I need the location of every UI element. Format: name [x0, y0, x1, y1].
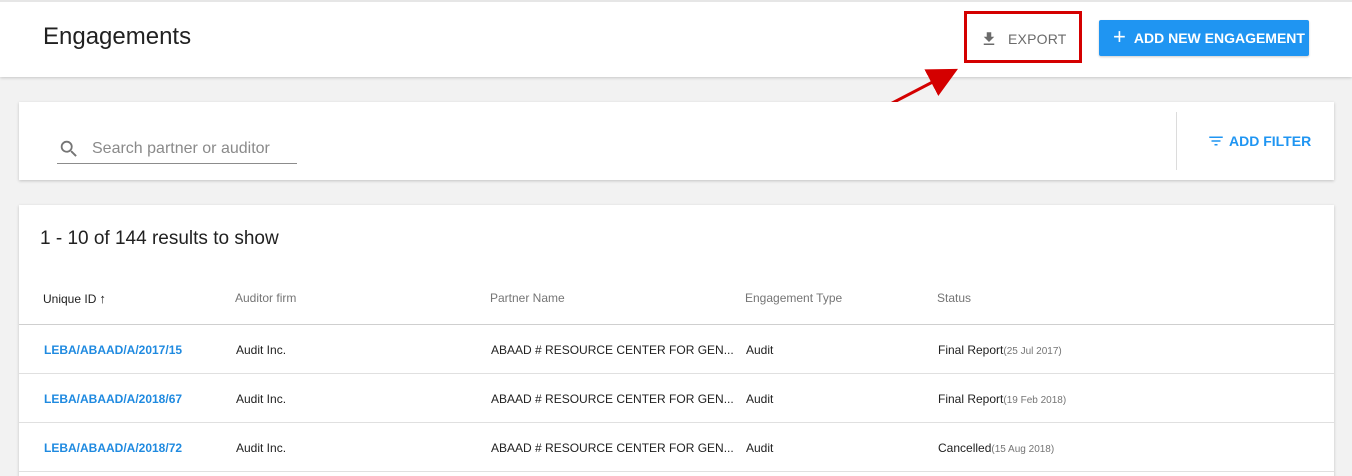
results-card: 1 - 10 of 144 results to show Unique ID … [19, 205, 1334, 476]
status-cell: Final Report(19 Feb 2018) [938, 392, 1066, 406]
arrow-up-icon: ↑ [99, 291, 106, 306]
status-date: (25 Jul 2017) [1003, 346, 1062, 357]
add-new-engagement-button[interactable]: + ADD NEW ENGAGEMENT [1099, 20, 1309, 56]
status-cell: Cancelled(15 Aug 2018) [938, 441, 1054, 455]
filter-card: ADD FILTER [19, 102, 1334, 180]
auditor-firm-cell: Audit Inc. [236, 441, 287, 455]
auditor-firm-cell: Audit Inc. [236, 392, 287, 406]
status-text: Cancelled [938, 441, 992, 455]
column-header-status[interactable]: Status [937, 291, 971, 305]
add-new-engagement-label: ADD NEW ENGAGEMENT [1133, 30, 1305, 46]
status-date: (19 Feb 2018) [1003, 395, 1067, 406]
page-title: Engagements [43, 23, 192, 50]
table-row[interactable]: LEBA/ABAAD/A/2018/72 Audit Inc. ABAAD # … [19, 423, 1334, 472]
engagement-type-cell: Audit [746, 343, 774, 357]
page-header: Engagements EXPORT + ADD NEW ENGAGEMENT [0, 0, 1352, 77]
auditor-firm-cell: Audit Inc. [236, 343, 287, 357]
unique-id-link[interactable]: LEBA/ABAAD/A/2018/72 [44, 441, 182, 455]
status-text: Final Report [938, 392, 1004, 406]
column-header-engagement-type[interactable]: Engagement Type [745, 291, 842, 305]
plus-icon: + [1113, 24, 1126, 49]
column-header-label: Unique ID [43, 291, 97, 306]
table-row[interactable]: LEBA/ABAAD/A/2017/15 Audit Inc. ABAAD # … [19, 325, 1334, 374]
add-filter-label: ADD FILTER [1229, 133, 1312, 149]
annotation-highlight-box [964, 11, 1082, 63]
column-header-auditor-firm[interactable]: Auditor firm [235, 291, 296, 305]
unique-id-link[interactable]: LEBA/ABAAD/A/2017/15 [44, 343, 182, 357]
column-header-unique-id[interactable]: Unique ID ↑ [43, 291, 106, 306]
filter-divider [1176, 112, 1177, 170]
results-count: 1 - 10 of 144 results to show [40, 228, 279, 249]
search-input[interactable] [92, 139, 292, 158]
engagement-type-cell: Audit [746, 441, 774, 455]
status-text: Final Report [938, 343, 1004, 357]
partner-name-cell: ABAAD # RESOURCE CENTER FOR GEN... [491, 343, 734, 357]
unique-id-link[interactable]: LEBA/ABAAD/A/2018/67 [44, 392, 182, 406]
status-cell: Final Report(25 Jul 2017) [938, 343, 1062, 357]
add-filter-button[interactable]: ADD FILTER [1207, 132, 1311, 150]
engagement-type-cell: Audit [746, 392, 774, 406]
search-icon [60, 140, 77, 157]
table-row[interactable]: LEBA/ABAAD/A/2018/67 Audit Inc. ABAAD # … [19, 374, 1334, 423]
status-date: (15 Aug 2018) [991, 444, 1055, 455]
partner-name-cell: ABAAD # RESOURCE CENTER FOR GEN... [491, 392, 734, 406]
partner-name-cell: ABAAD # RESOURCE CENTER FOR GEN... [491, 441, 734, 455]
search-field[interactable] [57, 134, 297, 164]
column-header-partner-name[interactable]: Partner Name [490, 291, 565, 305]
filter-icon [1209, 136, 1223, 146]
